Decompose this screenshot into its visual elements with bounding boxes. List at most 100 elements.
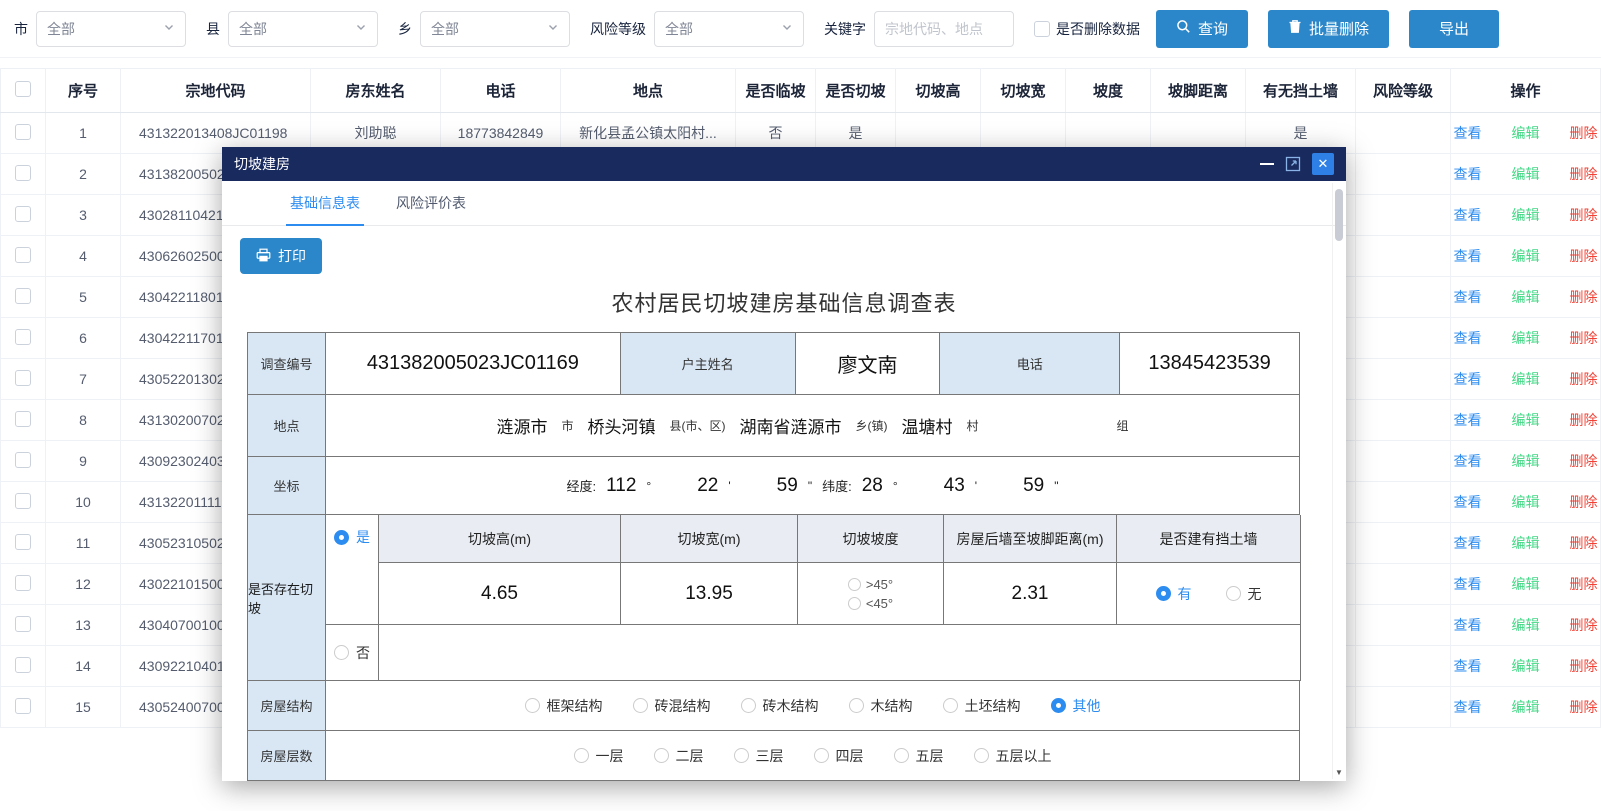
row-checkbox[interactable] [15,124,31,140]
row-checkbox[interactable] [15,329,31,345]
close-icon[interactable]: ✕ [1312,153,1334,175]
row-action-edit[interactable]: 编辑 [1512,533,1540,553]
select-all-checkbox[interactable] [15,81,31,97]
row-action-edit[interactable]: 编辑 [1512,656,1540,676]
row-action-delete[interactable]: 删除 [1570,123,1598,143]
row-action-view[interactable]: 查看 [1454,369,1482,389]
tab-basic-info[interactable]: 基础信息表 [290,181,360,225]
radio-option[interactable]: 框架结构 [525,696,603,716]
row-action-delete[interactable]: 删除 [1570,656,1598,676]
row-action-edit[interactable]: 编辑 [1512,574,1540,594]
row-action-view[interactable]: 查看 [1454,615,1482,635]
row-action-view[interactable]: 查看 [1454,328,1482,348]
radio-option[interactable]: 一层 [574,746,624,766]
radio-option[interactable]: 五层以上 [974,746,1052,766]
row-action-delete[interactable]: 删除 [1570,697,1598,717]
row-action-view[interactable]: 查看 [1454,246,1482,266]
row-checkbox[interactable] [15,616,31,632]
row-action-view[interactable]: 查看 [1454,451,1482,471]
row-action-view[interactable]: 查看 [1454,492,1482,512]
row-checkbox[interactable] [15,206,31,222]
row-action-delete[interactable]: 删除 [1570,492,1598,512]
print-button[interactable]: 打印 [240,238,322,274]
row-action-delete[interactable]: 删除 [1570,533,1598,553]
keyword-input[interactable] [874,11,1014,47]
row-action-edit[interactable]: 编辑 [1512,697,1540,717]
batch-delete-button[interactable]: 批量删除 [1268,10,1389,48]
radio-option[interactable]: 有 [1156,584,1192,604]
row-action-view[interactable]: 查看 [1454,533,1482,553]
row-action-edit[interactable]: 编辑 [1512,410,1540,430]
row-action-delete[interactable]: 删除 [1570,574,1598,594]
row-action-view[interactable]: 查看 [1454,697,1482,717]
row-action-edit[interactable]: 编辑 [1512,492,1540,512]
row-action-edit[interactable]: 编辑 [1512,451,1540,471]
row-action-delete[interactable]: 删除 [1570,164,1598,184]
row-checkbox[interactable] [15,411,31,427]
row-checkbox[interactable] [15,247,31,263]
row-checkbox[interactable] [15,698,31,714]
row-action-edit[interactable]: 编辑 [1512,164,1540,184]
row-action-delete[interactable]: 删除 [1570,410,1598,430]
radio-option[interactable]: 砖木结构 [741,696,819,716]
radio-option[interactable]: 四层 [814,746,864,766]
query-button[interactable]: 查询 [1156,10,1248,48]
deleted-data-checkbox[interactable] [1034,21,1050,37]
row-action-delete[interactable]: 删除 [1570,615,1598,635]
row-action-edit[interactable]: 编辑 [1512,123,1540,143]
row-action-view[interactable]: 查看 [1454,205,1482,225]
risk-level-select[interactable]: 全部 [654,11,804,47]
row-action-edit[interactable]: 编辑 [1512,369,1540,389]
cell-risk_level [1356,277,1451,318]
row-checkbox[interactable] [15,452,31,468]
radio-option[interactable]: 三层 [734,746,784,766]
radio-option[interactable]: 无 [1226,584,1262,604]
modal-scrollbar[interactable]: ▼ [1332,183,1344,779]
scrollbar-thumb[interactable] [1335,189,1343,241]
radio-option[interactable]: 二层 [654,746,704,766]
radio-option[interactable]: 是 [334,527,370,547]
row-checkbox[interactable] [15,534,31,550]
row-action-edit[interactable]: 编辑 [1512,205,1540,225]
maximize-icon[interactable] [1285,156,1301,172]
radio-option[interactable]: <45° [848,596,893,611]
radio-option[interactable]: 木结构 [849,696,913,716]
row-action-delete[interactable]: 删除 [1570,328,1598,348]
row-checkbox[interactable] [15,165,31,181]
minimize-icon[interactable] [1260,163,1274,165]
radio-option[interactable]: 否 [334,643,370,663]
radio-label: 框架结构 [547,696,603,716]
row-action-delete[interactable]: 删除 [1570,451,1598,471]
radio-option[interactable]: >45° [848,577,893,592]
row-action-view[interactable]: 查看 [1454,123,1482,143]
row-action-delete[interactable]: 删除 [1570,246,1598,266]
radio-option[interactable]: 五层 [894,746,944,766]
row-checkbox[interactable] [15,575,31,591]
township-select[interactable]: 全部 [420,11,570,47]
export-button[interactable]: 导出 [1409,10,1499,48]
radio-option[interactable]: 砖混结构 [633,696,711,716]
row-action-edit[interactable]: 编辑 [1512,246,1540,266]
county-select[interactable]: 全部 [228,11,378,47]
row-action-view[interactable]: 查看 [1454,574,1482,594]
row-action-edit[interactable]: 编辑 [1512,615,1540,635]
radio-option[interactable]: 其他 [1051,696,1101,716]
radio-option[interactable]: 土坯结构 [943,696,1021,716]
row-action-delete[interactable]: 删除 [1570,369,1598,389]
row-checkbox[interactable] [15,657,31,673]
modal-titlebar[interactable]: 切坡建房 ✕ [222,147,1346,181]
row-action-view[interactable]: 查看 [1454,287,1482,307]
row-action-edit[interactable]: 编辑 [1512,328,1540,348]
tab-risk-eval[interactable]: 风险评价表 [396,181,466,225]
row-action-view[interactable]: 查看 [1454,164,1482,184]
row-checkbox[interactable] [15,288,31,304]
row-checkbox[interactable] [15,493,31,509]
row-action-edit[interactable]: 编辑 [1512,287,1540,307]
row-action-view[interactable]: 查看 [1454,410,1482,430]
city-select[interactable]: 全部 [36,11,186,47]
row-checkbox[interactable] [15,370,31,386]
scrollbar-down-arrow[interactable]: ▼ [1333,768,1345,777]
row-action-delete[interactable]: 删除 [1570,287,1598,307]
row-action-delete[interactable]: 删除 [1570,205,1598,225]
row-action-view[interactable]: 查看 [1454,656,1482,676]
